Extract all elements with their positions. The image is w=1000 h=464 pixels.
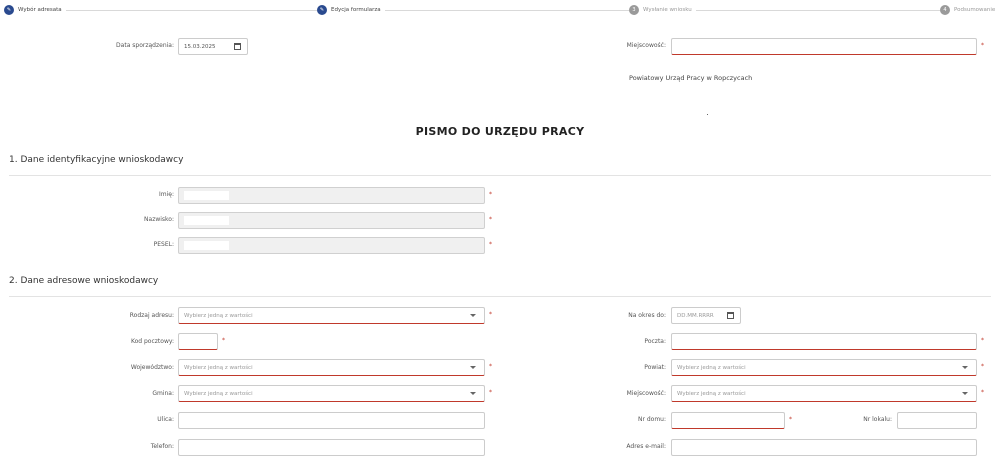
date-value: 15.03.2025 bbox=[184, 43, 216, 50]
place-label: Miejscowość: bbox=[626, 42, 666, 49]
required-mark: * bbox=[489, 311, 492, 318]
office-name: Powiatowy Urząd Pracy w Ropczycach bbox=[629, 74, 753, 82]
step-number: 3 bbox=[629, 5, 639, 15]
required-mark: * bbox=[981, 389, 984, 396]
phone-input[interactable] bbox=[178, 439, 485, 456]
required-mark: * bbox=[489, 191, 492, 198]
street-input[interactable] bbox=[178, 412, 485, 429]
voivodeship-label: Województwo: bbox=[130, 364, 174, 371]
chevron-down-icon bbox=[470, 314, 476, 317]
county-label: Powiat: bbox=[644, 364, 666, 371]
email-label: Adres e-mail: bbox=[626, 443, 666, 450]
email-input[interactable] bbox=[671, 439, 977, 456]
valid-until-input[interactable]: DD.MM.RRRR bbox=[671, 307, 741, 324]
post-office-label: Poczta: bbox=[644, 338, 666, 345]
select-placeholder: Wybierz jedną z wartości bbox=[677, 364, 746, 371]
first-name-field bbox=[178, 187, 485, 204]
address-type-label: Rodzaj adresu: bbox=[129, 312, 174, 319]
step-label: Podsumowanie bbox=[954, 7, 996, 13]
required-mark: * bbox=[981, 337, 984, 344]
redacted-value bbox=[184, 191, 229, 200]
step-number: 4 bbox=[940, 5, 950, 15]
pesel-label: PESEL: bbox=[153, 241, 174, 248]
commune-select[interactable]: Wybierz jedną z wartości bbox=[178, 385, 485, 402]
address-type-select[interactable]: Wybierz jedną z wartości bbox=[178, 307, 485, 324]
house-no-label: Nr domu: bbox=[637, 416, 666, 423]
step-recipient[interactable]: ✎ Wybór adresata bbox=[4, 5, 66, 15]
valid-until-label: Na okres do: bbox=[628, 312, 666, 319]
locality-label: Miejscowość: bbox=[626, 390, 666, 397]
section-address-title: 2. Dane adresowe wnioskodawcy bbox=[9, 276, 159, 286]
step-send: 3 Wysłanie wniosku bbox=[629, 5, 696, 15]
select-placeholder: Wybierz jedną z wartości bbox=[184, 390, 253, 397]
chevron-down-icon bbox=[962, 392, 968, 395]
page-title: PISMO DO URZĘDU PRACY bbox=[415, 125, 585, 138]
phone-label: Telefon: bbox=[150, 443, 174, 450]
commune-label: Gmina: bbox=[152, 390, 174, 397]
voivodeship-select[interactable]: Wybierz jedną z wartości bbox=[178, 359, 485, 376]
select-placeholder: Wybierz jedną z wartości bbox=[184, 312, 253, 319]
select-placeholder: Wybierz jedną z wartości bbox=[677, 390, 746, 397]
post-office-input[interactable] bbox=[671, 333, 977, 350]
step-summary: 4 Podsumowanie bbox=[940, 5, 1000, 15]
section-divider bbox=[9, 175, 991, 176]
redacted-value bbox=[184, 216, 229, 225]
postal-code-input[interactable] bbox=[178, 333, 218, 350]
stepper-line bbox=[8, 10, 992, 11]
place-input[interactable] bbox=[671, 38, 977, 55]
chevron-down-icon bbox=[962, 366, 968, 369]
last-name-field bbox=[178, 212, 485, 229]
pencil-icon: ✎ bbox=[317, 5, 327, 15]
postal-code-label: Kod pocztowy: bbox=[130, 338, 174, 345]
required-mark: * bbox=[789, 416, 792, 423]
section-identification-title: 1. Dane identyfikacyjne wnioskodawcy bbox=[9, 155, 184, 165]
date-input[interactable]: 15.03.2025 bbox=[178, 38, 248, 55]
required-mark: * bbox=[489, 241, 492, 248]
required-mark: * bbox=[489, 389, 492, 396]
divider-dot bbox=[707, 114, 708, 115]
pencil-icon: ✎ bbox=[4, 5, 14, 15]
chevron-down-icon bbox=[470, 392, 476, 395]
progress-stepper: ✎ Wybór adresata ✎ Edycja formularza 3 W… bbox=[0, 0, 1000, 20]
step-label: Wybór adresata bbox=[18, 7, 62, 13]
calendar-icon[interactable] bbox=[727, 312, 734, 319]
flat-no-input[interactable] bbox=[897, 412, 977, 429]
flat-no-label: Nr lokalu: bbox=[863, 416, 892, 423]
required-mark: * bbox=[489, 216, 492, 223]
section-divider bbox=[9, 296, 991, 297]
step-edit-form[interactable]: ✎ Edycja formularza bbox=[317, 5, 385, 15]
county-select[interactable]: Wybierz jedną z wartości bbox=[671, 359, 977, 376]
locality-select[interactable]: Wybierz jedną z wartości bbox=[671, 385, 977, 402]
step-label: Edycja formularza bbox=[331, 7, 381, 13]
street-label: Ulica: bbox=[157, 416, 174, 423]
required-mark: * bbox=[981, 42, 984, 49]
select-placeholder: Wybierz jedną z wartości bbox=[184, 364, 253, 371]
date-placeholder: DD.MM.RRRR bbox=[677, 312, 714, 319]
required-mark: * bbox=[981, 363, 984, 370]
house-no-input[interactable] bbox=[671, 412, 785, 429]
pesel-field bbox=[178, 237, 485, 254]
required-mark: * bbox=[222, 337, 225, 344]
first-name-label: Imię: bbox=[159, 191, 174, 198]
required-mark: * bbox=[489, 363, 492, 370]
last-name-label: Nazwisko: bbox=[144, 216, 174, 223]
redacted-value bbox=[184, 241, 229, 250]
chevron-down-icon bbox=[470, 366, 476, 369]
calendar-icon[interactable] bbox=[234, 43, 241, 50]
step-label: Wysłanie wniosku bbox=[643, 7, 692, 13]
date-label: Data sporządzenia: bbox=[116, 42, 174, 49]
